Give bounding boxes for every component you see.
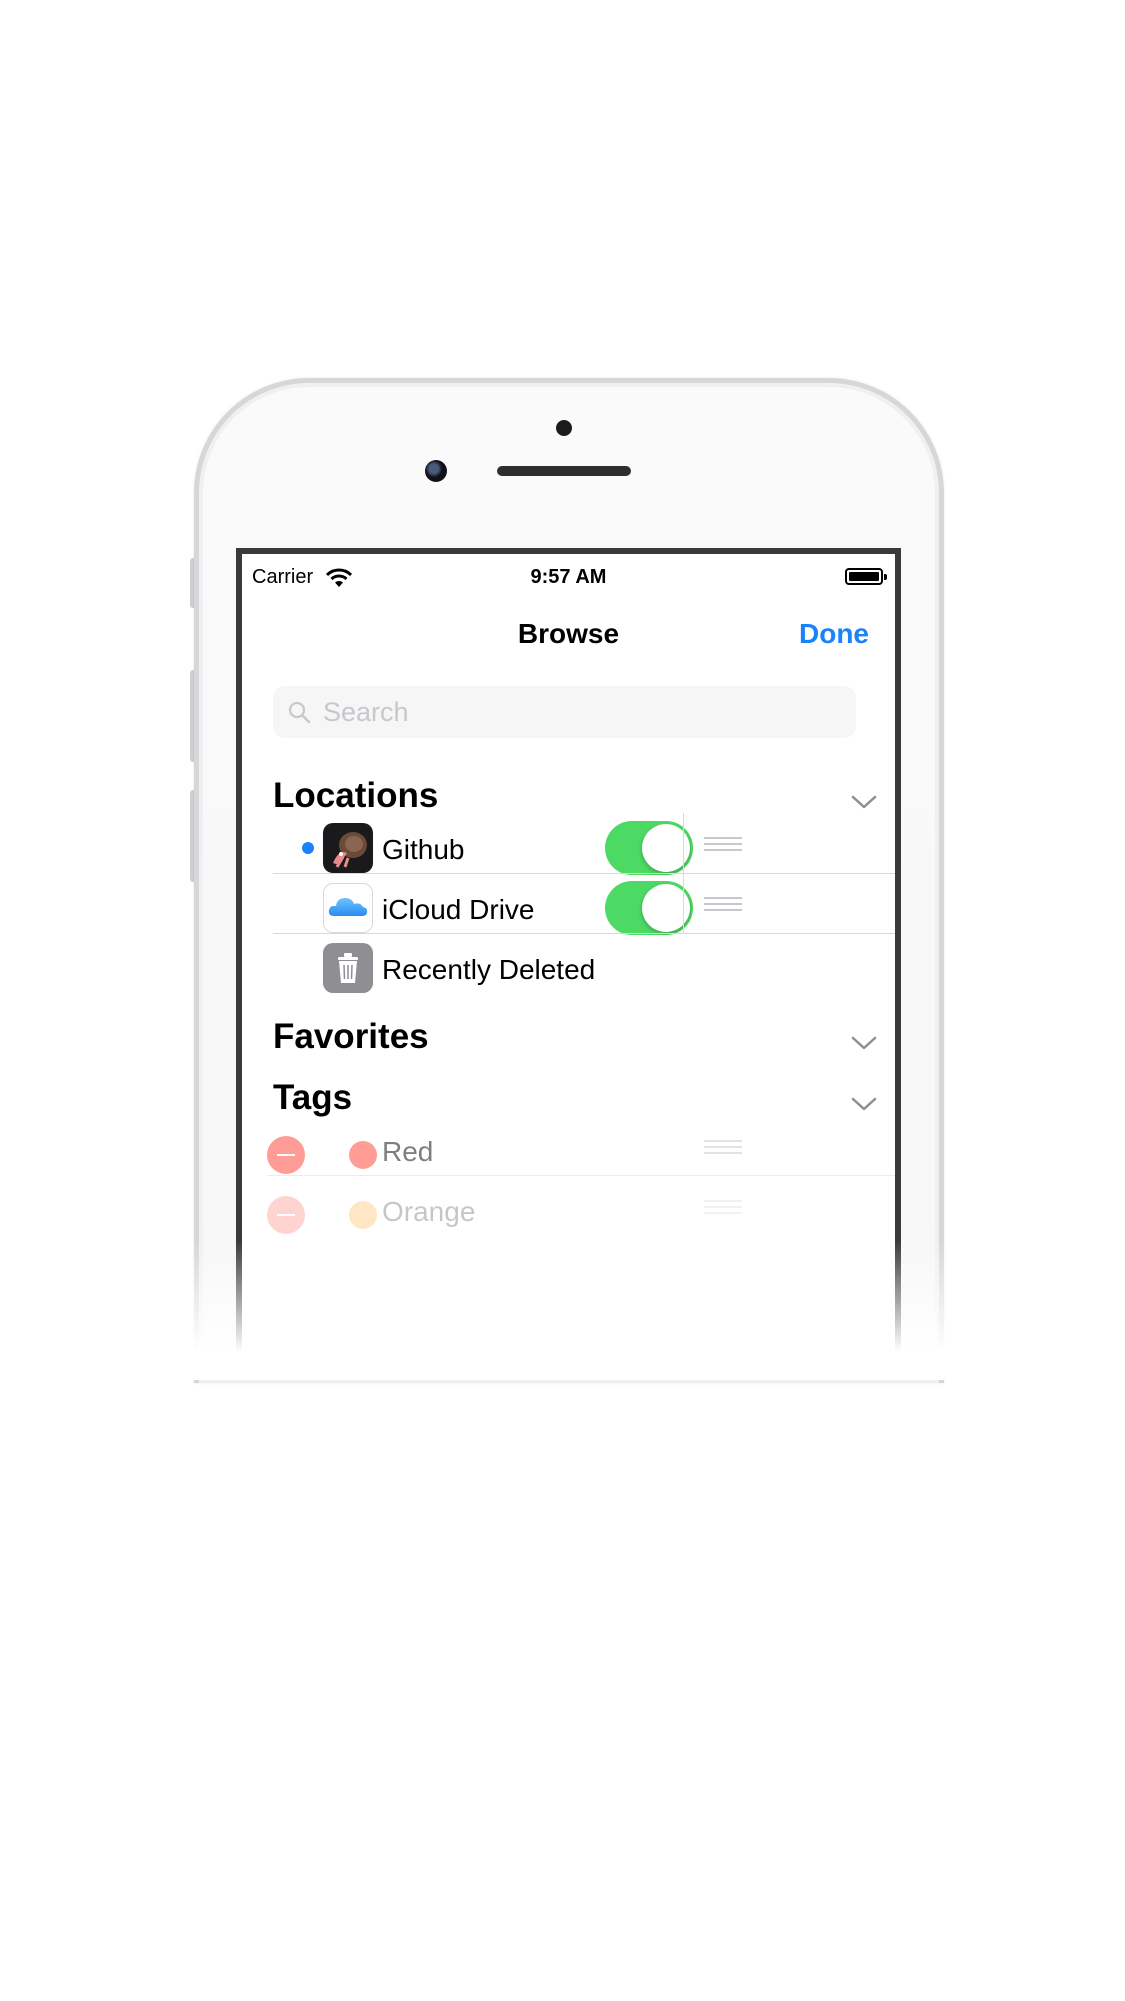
divider xyxy=(683,873,684,933)
icloud-toggle[interactable] xyxy=(605,881,693,935)
octocat-hermit-crab-icon xyxy=(333,832,367,868)
search-placeholder: Search xyxy=(323,697,409,727)
divider xyxy=(273,873,895,874)
page-title: Browse xyxy=(517,618,620,649)
section-header-favorites: Favorites xyxy=(273,1017,429,1056)
reorder-grip-icon[interactable] xyxy=(704,1140,742,1158)
icloud-app-icon xyxy=(323,883,373,933)
github-app-icon xyxy=(323,823,373,873)
chevron-down-icon[interactable] xyxy=(851,1035,877,1051)
section-header-tags: Tags xyxy=(273,1078,353,1117)
chevron-down-icon[interactable] xyxy=(851,794,877,810)
front-camera-icon xyxy=(425,460,447,482)
trash-icon xyxy=(338,953,358,983)
earpiece-speaker xyxy=(497,466,631,476)
proximity-sensor xyxy=(556,420,572,436)
tag-label: Red xyxy=(382,1136,434,1167)
chevron-down-icon[interactable] xyxy=(851,1096,877,1112)
reorder-grip-icon[interactable] xyxy=(704,897,742,915)
status-time: 9:57 AM xyxy=(530,566,607,588)
section-header-locations: Locations xyxy=(273,776,439,815)
search-field[interactable]: Search xyxy=(273,686,856,738)
divider xyxy=(267,1175,895,1176)
battery-icon xyxy=(845,568,887,585)
delete-tag-button[interactable] xyxy=(267,1136,305,1174)
location-label: iCloud Drive xyxy=(382,894,535,925)
reorder-grip-icon[interactable] xyxy=(704,837,742,855)
tag-color-dot xyxy=(349,1141,377,1169)
search-icon xyxy=(288,701,311,724)
reorder-grip-icon[interactable] xyxy=(704,1200,742,1218)
divider xyxy=(273,933,895,934)
trash-app-icon xyxy=(323,943,373,993)
cloud-icon xyxy=(328,898,368,916)
done-button[interactable]: Done xyxy=(799,618,869,650)
screen: Carrier 9:57 AM Browse Done Search Locat… xyxy=(236,548,901,1374)
location-label: Github xyxy=(382,834,465,865)
location-label: Recently Deleted xyxy=(382,954,596,985)
github-toggle[interactable] xyxy=(605,821,693,875)
tag-label: Orange xyxy=(382,1196,476,1227)
tag-color-dot xyxy=(349,1201,377,1229)
delete-tag-button[interactable] xyxy=(267,1196,305,1234)
divider xyxy=(683,813,684,873)
current-location-indicator xyxy=(302,842,314,854)
